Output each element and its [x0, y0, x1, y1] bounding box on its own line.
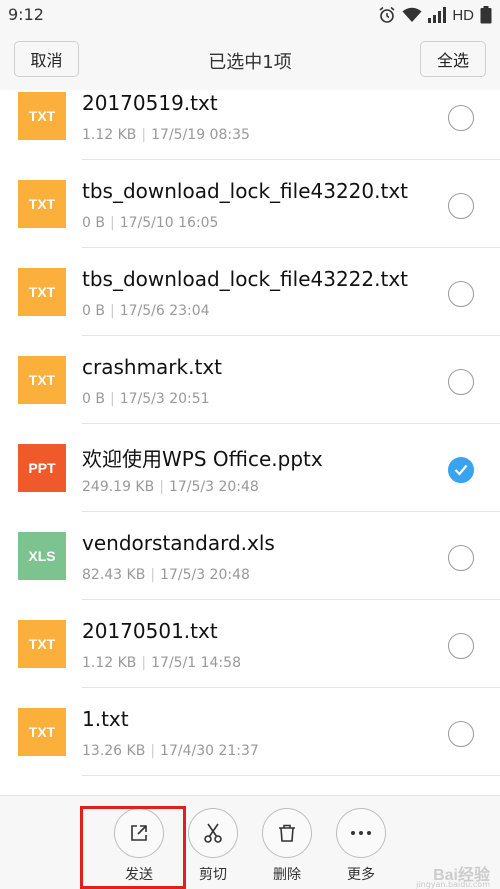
file-type-icon: TXT: [18, 180, 66, 228]
file-row[interactable]: TXT 20170519.txt 1.12 KB | 17/5/19 08:35: [0, 90, 500, 160]
file-name: 欢迎使用WPS Office.pptx: [82, 447, 323, 471]
file-list: TXT 20170519.txt 1.12 KB | 17/5/19 08:35 T…: [0, 90, 500, 795]
title-bar: 取消 已选中1项 全选: [0, 30, 500, 90]
select-checkbox[interactable]: [448, 369, 474, 395]
battery-icon: [480, 6, 492, 24]
action-icon-circle: [336, 808, 386, 858]
file-meta: 82.43 KB | 17/5/3 20:48: [82, 567, 250, 583]
meta-separator: |: [150, 567, 156, 583]
file-row[interactable]: TXT crashmark.txt 0 B | 17/5/3 20:51: [0, 336, 500, 424]
scissors-icon: [204, 823, 222, 843]
status-icons: HD: [378, 6, 492, 24]
action-label: 更多: [347, 867, 375, 883]
file-size: 0 B: [82, 215, 105, 231]
file-type-icon: XLS: [18, 532, 66, 580]
select-checkbox[interactable]: [448, 633, 474, 659]
highlight-box: [80, 806, 186, 889]
file-name: 20170501.txt: [82, 619, 218, 643]
file-row[interactable]: XLS vendorstandard.xls 82.43 KB | 17/5/3 2…: [0, 512, 500, 600]
select-checkbox[interactable]: [448, 545, 474, 571]
watermark-url: jingyan.baidu.com: [416, 880, 490, 889]
select-all-button[interactable]: 全选: [420, 41, 486, 77]
file-name: vendorstandard.xls: [82, 531, 275, 555]
file-date: 17/4/30 21:37: [160, 743, 259, 759]
action-label: 删除: [273, 867, 301, 883]
file-meta: 13.26 KB | 17/4/30 21:37: [82, 743, 259, 759]
meta-separator: |: [109, 215, 115, 231]
action-icon-circle: [188, 808, 238, 858]
meta-separator: |: [141, 655, 147, 671]
file-name: 1.txt: [82, 707, 129, 731]
meta-separator: |: [150, 743, 156, 759]
select-checkbox[interactable]: [448, 281, 474, 307]
status-bar: 9:12 HD: [0, 0, 500, 30]
file-size: 0 B: [82, 391, 105, 407]
file-type-icon: TXT: [18, 92, 66, 140]
file-row[interactable]: PPT 欢迎使用WPS Office.pptx 249.19 KB | 17/5/3…: [0, 424, 500, 512]
signal-icon: [428, 7, 447, 23]
file-meta: 249.19 KB | 17/5/3 20:48: [82, 479, 259, 495]
file-type-icon: TXT: [18, 620, 66, 668]
file-date: 17/5/19 08:35: [151, 127, 250, 143]
more-button[interactable]: 更多: [331, 808, 391, 884]
file-type-icon: TXT: [18, 268, 66, 316]
trash-icon: [279, 824, 295, 842]
file-size: 249.19 KB: [82, 479, 155, 495]
meta-separator: |: [109, 303, 115, 319]
action-icon-circle: [262, 808, 312, 858]
row-divider: [82, 775, 500, 776]
file-date: 17/5/3 20:48: [160, 567, 250, 583]
check-icon: [454, 464, 468, 476]
file-meta: 1.12 KB | 17/5/1 14:58: [82, 655, 241, 671]
wifi-icon: [402, 7, 422, 22]
file-size: 1.12 KB: [82, 127, 137, 143]
more-icon: [351, 831, 371, 835]
file-row[interactable]: TXT 1.txt 13.26 KB | 17/4/30 21:37: [0, 688, 500, 776]
action-bar: 发送 剪切 删除 更多 Bai经验 jingyan.baidu.com: [0, 795, 500, 889]
file-name: 20170519.txt: [82, 91, 218, 115]
file-date: 17/5/6 23:04: [119, 303, 210, 319]
status-time: 9:12: [8, 5, 44, 24]
cut-button[interactable]: 剪切: [183, 808, 243, 884]
file-type-icon: TXT: [18, 356, 66, 404]
file-date: 17/5/3 20:48: [168, 479, 259, 495]
select-checkbox[interactable]: [448, 193, 474, 219]
file-meta: 0 B | 17/5/3 20:51: [82, 391, 210, 407]
file-name: tbs_download_lock_file43222.txt: [82, 267, 408, 291]
file-date: 17/5/3 20:51: [119, 391, 210, 407]
alarm-icon: [379, 6, 395, 23]
file-row[interactable]: TXT tbs_download_lock_file43222.txt 0 B |…: [0, 248, 500, 336]
file-size: 1.12 KB: [82, 655, 137, 671]
file-date: 17/5/1 14:58: [151, 655, 241, 671]
file-meta: 0 B | 17/5/6 23:04: [82, 303, 210, 319]
file-size: 82.43 KB: [82, 567, 146, 583]
file-size: 13.26 KB: [82, 743, 146, 759]
file-type-icon: TXT: [18, 708, 66, 756]
select-checkbox-checked[interactable]: [448, 457, 474, 483]
file-meta: 0 B | 17/5/10 16:05: [82, 215, 218, 231]
network-type: HD: [452, 6, 474, 24]
file-row[interactable]: TXT tbs_download_lock_file43220.txt 0 B |…: [0, 160, 500, 248]
file-size: 0 B: [82, 303, 105, 319]
file-date: 17/5/10 16:05: [119, 215, 219, 231]
select-checkbox[interactable]: [448, 721, 474, 747]
meta-separator: |: [109, 391, 115, 407]
select-checkbox[interactable]: [448, 105, 474, 131]
meta-separator: |: [159, 479, 164, 495]
file-meta: 1.12 KB | 17/5/19 08:35: [82, 127, 250, 143]
meta-separator: |: [141, 127, 147, 143]
file-type-icon: PPT: [18, 444, 66, 492]
file-name: crashmark.txt: [82, 355, 222, 379]
file-row[interactable]: TXT 20170501.txt 1.12 KB | 17/5/1 14:58: [0, 600, 500, 688]
delete-button[interactable]: 删除: [257, 808, 317, 884]
file-name: tbs_download_lock_file43220.txt: [82, 179, 408, 203]
